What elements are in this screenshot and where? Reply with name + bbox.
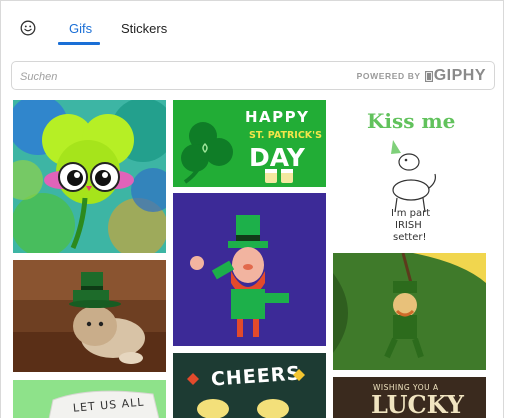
emoji-tab-button[interactable] <box>17 17 39 39</box>
search-input[interactable] <box>18 66 322 87</box>
im-part-text: I'm part <box>391 208 430 219</box>
tab-gifs[interactable]: Gifs <box>69 21 92 36</box>
kitten-hat-image <box>13 260 166 372</box>
gif-results-grid: LET US ALL HAPPY ST. PATRICK'S DAY CHEER… <box>1 97 503 418</box>
gif-kitten-hat[interactable] <box>13 260 166 372</box>
wishing-you-lucky-image: WISHING YOU A LUCKY <box>333 377 486 418</box>
lucky-text: LUCKY <box>371 390 465 418</box>
gif-shamrock-eyes[interactable] <box>13 100 166 253</box>
irish-text: IRISH <box>395 220 422 231</box>
gif-kiss-me-irish-setter[interactable]: Kiss me I'm part IRISH setter! <box>333 100 486 249</box>
happy-st-patricks-day-image: HAPPY ST. PATRICK'S DAY <box>173 100 326 187</box>
st-patricks-text: ST. PATRICK'S <box>249 130 322 141</box>
powered-by-label: POWERED BY <box>356 71 421 81</box>
tab-bar: Gifs Stickers <box>1 1 503 49</box>
giphy-logo-icon <box>424 70 433 82</box>
kiss-me-irish-setter-image: Kiss me I'm part IRISH setter! <box>333 100 486 249</box>
gif-dancing-leprechaun[interactable] <box>173 193 326 346</box>
gif-leprechaun-swinging[interactable] <box>333 253 486 370</box>
day-text: DAY <box>249 143 306 172</box>
leprechaun-swinging-image <box>333 253 486 370</box>
kiss-me-title: Kiss me <box>367 109 455 133</box>
gif-happy-st-patricks-day[interactable]: HAPPY ST. PATRICK'S DAY <box>173 100 326 187</box>
search-box: POWERED BY GIPHY <box>11 61 495 90</box>
powered-by-giphy: POWERED BY GIPHY <box>357 67 486 85</box>
gif-picker-panel: Gifs Stickers POWERED BY GIPHY <box>0 0 504 418</box>
happy-text: HAPPY <box>245 108 310 126</box>
setter-text: setter! <box>393 232 426 243</box>
gif-wishing-you-lucky[interactable]: WISHING YOU A LUCKY <box>333 377 486 418</box>
tab-stickers[interactable]: Stickers <box>121 21 167 36</box>
gif-cheers[interactable]: CHEERS <box>173 353 326 418</box>
active-tab-indicator <box>58 42 100 45</box>
giphy-brand: GIPHY <box>433 67 486 84</box>
cheers-image: CHEERS <box>173 353 326 418</box>
gif-let-us-all[interactable]: LET US ALL <box>13 380 166 418</box>
shamrock-eyes-image <box>13 100 166 253</box>
let-us-all-image: LET US ALL <box>13 380 166 418</box>
smiley-face-icon <box>20 20 36 36</box>
dancing-leprechaun-image <box>173 193 326 346</box>
